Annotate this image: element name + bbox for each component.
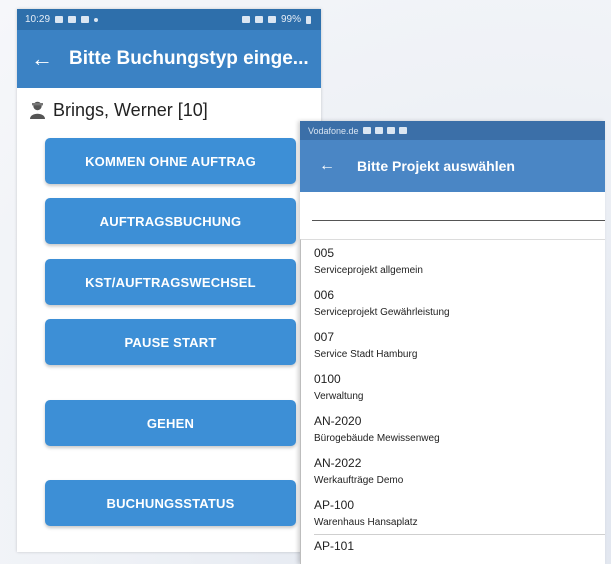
- status-bar: 10:29 99%: [17, 9, 321, 30]
- project-code: 007: [314, 330, 335, 344]
- project-item[interactable]: AN-2020 Bürogebäude Mewissenweg: [301, 408, 605, 450]
- project-name: Verwaltung: [314, 391, 364, 402]
- booking-type-screen: 10:29 99% ← Bitte Buchungstyp einge... B…: [17, 9, 321, 552]
- dot-icon: [94, 17, 99, 22]
- project-select-screen: Vodafone.de ← Bitte Projekt auswählen 00…: [300, 121, 605, 564]
- mail-icon: [81, 16, 90, 23]
- search-underline: [312, 220, 605, 221]
- project-code: 006: [314, 288, 335, 302]
- settings-icon: [398, 127, 407, 134]
- battery-icon: [306, 15, 311, 24]
- project-code: AN-2020: [314, 414, 362, 428]
- notification-icon: [386, 127, 395, 134]
- back-arrow-icon[interactable]: ←: [319, 157, 357, 175]
- project-name: Warenhaus Hansaplatz: [314, 517, 418, 528]
- page-title: Bitte Buchungstyp einge...: [69, 48, 309, 69]
- vibrate-icon: [241, 16, 250, 23]
- cast-icon: [68, 16, 77, 23]
- project-code: AP-100: [314, 498, 355, 512]
- app-bar: ← Bitte Projekt auswählen: [300, 140, 605, 192]
- project-code: AP-101: [314, 534, 605, 555]
- project-code: 005: [314, 246, 335, 260]
- carrier-name: Vodafone.de: [308, 125, 359, 136]
- auftragsbuchung-button[interactable]: AUFTRAGSBUCHUNG: [45, 198, 296, 244]
- project-item[interactable]: AP-101: [301, 534, 605, 555]
- back-arrow-icon[interactable]: ←: [31, 46, 69, 72]
- user-row: Brings, Werner [10]: [17, 91, 321, 129]
- project-name: Bürogebäude Mewissenweg: [314, 433, 440, 444]
- pause-start-button[interactable]: PAUSE START: [45, 319, 296, 365]
- project-list[interactable]: 005 Serviceprojekt allgemein 006 Service…: [300, 239, 605, 564]
- kommen-ohne-auftrag-button[interactable]: KOMMEN OHNE AUFTRAG: [45, 138, 296, 184]
- project-name: Werkaufträge Demo: [314, 475, 404, 486]
- project-item[interactable]: 006 Serviceprojekt Gewährleistung: [301, 282, 605, 324]
- project-item[interactable]: AN-2022 Werkaufträge Demo: [301, 450, 605, 492]
- project-item[interactable]: 005 Serviceprojekt allgemein: [301, 240, 605, 282]
- search-field[interactable]: [300, 192, 605, 239]
- wifi-icon: [374, 127, 383, 134]
- image-notification-icon: [55, 16, 64, 23]
- page-title: Bitte Projekt auswählen: [357, 158, 515, 174]
- gehen-button[interactable]: GEHEN: [45, 400, 296, 446]
- kst-auftragswechsel-button[interactable]: KST/AUFTRAGSWECHSEL: [45, 259, 296, 305]
- buchungsstatus-button[interactable]: BUCHUNGSSTATUS: [45, 480, 296, 526]
- wifi-icon: [254, 16, 263, 23]
- project-item[interactable]: 0100 Verwaltung: [301, 366, 605, 408]
- app-bar: ← Bitte Buchungstyp einge...: [17, 30, 321, 88]
- project-name: Serviceprojekt allgemein: [314, 265, 423, 276]
- project-name: Service Stadt Hamburg: [314, 349, 418, 360]
- signal-icon: [362, 127, 371, 134]
- project-item[interactable]: 007 Service Stadt Hamburg: [301, 324, 605, 366]
- person-icon: [30, 101, 45, 119]
- signal-icon: [267, 16, 276, 23]
- project-code: AN-2022: [314, 456, 362, 470]
- project-code: 0100: [314, 372, 341, 386]
- status-time: 10:29: [25, 14, 51, 25]
- project-name: Serviceprojekt Gewährleistung: [314, 307, 450, 318]
- status-bar: Vodafone.de: [300, 121, 605, 140]
- user-name: Brings, Werner [10]: [53, 99, 208, 120]
- battery-level: 99%: [280, 14, 301, 25]
- project-item[interactable]: AP-100 Warenhaus Hansaplatz: [301, 492, 605, 534]
